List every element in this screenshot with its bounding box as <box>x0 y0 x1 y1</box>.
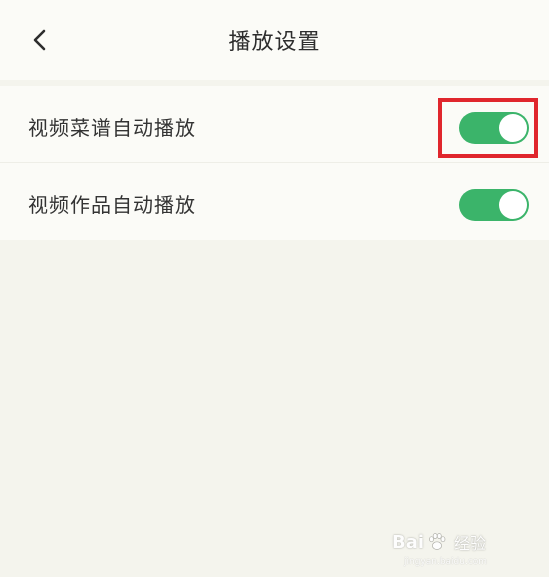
baidu-watermark: Bai 经验 <box>392 524 542 560</box>
watermark-url: jingyan.baidu.com <box>404 557 488 567</box>
setting-label: 视频菜谱自动播放 <box>28 116 196 140</box>
setting-row-works-autoplay: 视频作品自动播放 <box>0 163 549 240</box>
toggle-knob <box>499 191 527 219</box>
highlight-annotation-box <box>438 98 538 158</box>
watermark-brand-right: 经验 <box>454 534 487 553</box>
works-autoplay-toggle[interactable] <box>459 189 529 221</box>
paw-icon <box>429 533 446 550</box>
top-bar: 播放设置 <box>0 0 549 80</box>
setting-label: 视频作品自动播放 <box>28 193 196 217</box>
page-title: 播放设置 <box>228 30 321 55</box>
watermark-brand-left: Bai <box>392 531 425 553</box>
